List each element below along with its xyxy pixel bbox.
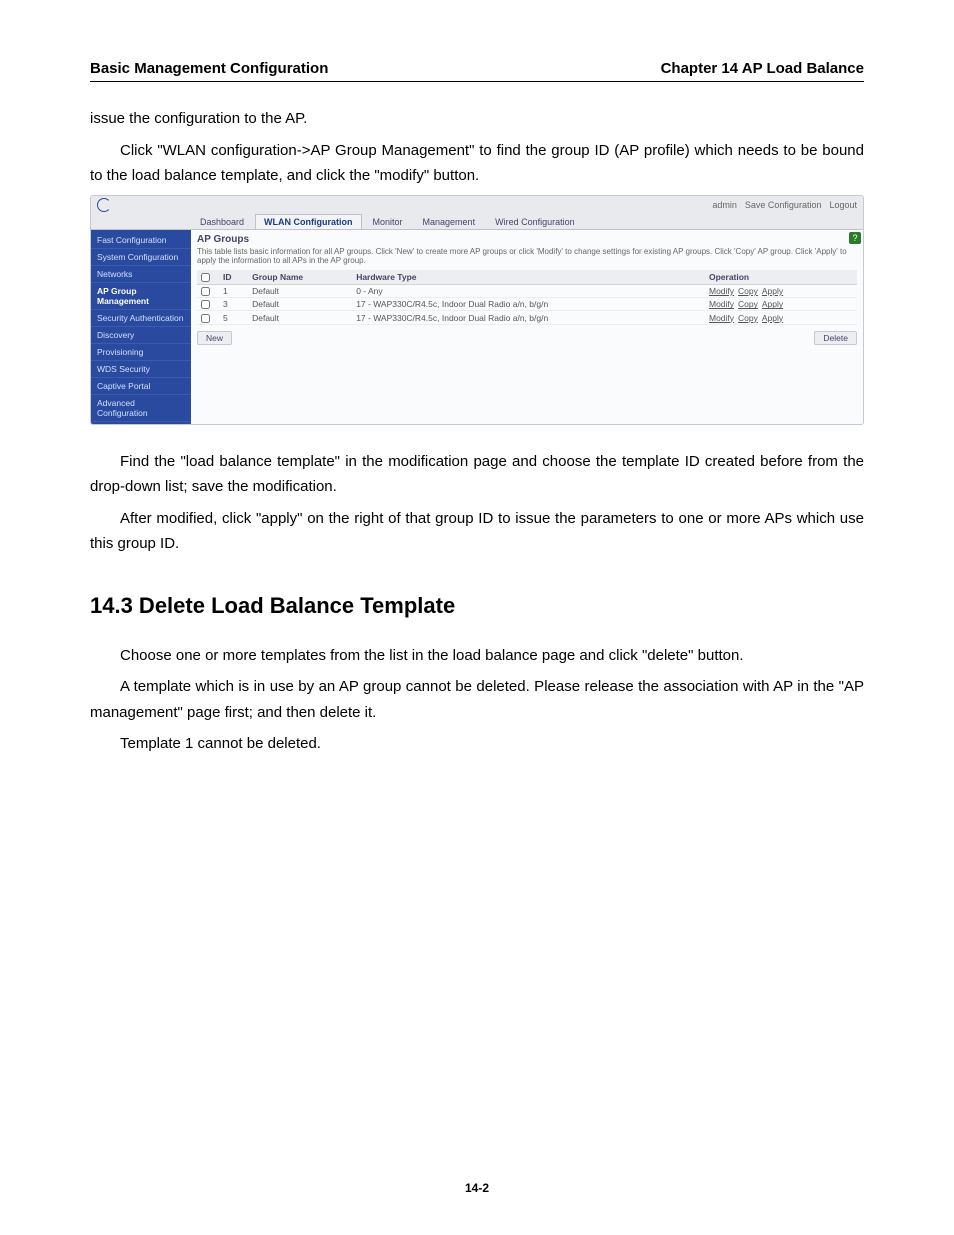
copy-link[interactable]: Copy (738, 299, 758, 309)
sidebar-item-advanced-configuration[interactable]: Advanced Configuration (91, 395, 191, 422)
help-icon[interactable]: ? (849, 232, 861, 244)
paragraph: Template 1 cannot be deleted. (90, 731, 864, 757)
modify-link[interactable]: Modify (709, 299, 734, 309)
sidebar-item-security-authentication[interactable]: Security Authentication (91, 310, 191, 327)
table-row: 5Default17 - WAP330C/R4.5c, Indoor Dual … (197, 311, 857, 324)
new-button[interactable]: New (197, 331, 232, 345)
copy-link[interactable]: Copy (738, 286, 758, 296)
row-checkbox[interactable] (201, 314, 210, 323)
apply-link[interactable]: Apply (762, 313, 783, 323)
sidebar-item-system-configuration[interactable]: System Configuration (91, 249, 191, 266)
cell-hardware-type: 17 - WAP330C/R4.5c, Indoor Dual Radio a/… (352, 298, 705, 311)
delete-button[interactable]: Delete (814, 331, 857, 345)
paragraph: issue the configuration to the AP. (90, 106, 864, 132)
logout-link[interactable]: Logout (829, 200, 857, 210)
page-number: 14-2 (0, 1181, 954, 1195)
tab-wlan-configuration[interactable]: WLAN Configuration (255, 214, 361, 229)
cell-hardware-type: 17 - WAP330C/R4.5c, Indoor Dual Radio a/… (352, 311, 705, 324)
sidebar-item-discovery[interactable]: Discovery (91, 327, 191, 344)
tab-monitor[interactable]: Monitor (364, 214, 412, 229)
left-sidebar: Fast ConfigurationSystem ConfigurationNe… (91, 230, 191, 424)
save-config-link[interactable]: Save Configuration (745, 200, 822, 210)
column-header (197, 270, 219, 285)
cell-group-name: Default (248, 311, 352, 324)
row-checkbox[interactable] (201, 300, 210, 309)
header-right: Chapter 14 AP Load Balance (661, 60, 864, 77)
top-tabs: DashboardWLAN ConfigurationMonitorManage… (91, 214, 863, 230)
cell-operation: Modify Copy Apply (705, 284, 857, 297)
apply-link[interactable]: Apply (762, 299, 783, 309)
panel-description: This table lists basic information for a… (197, 247, 857, 266)
apply-link[interactable]: Apply (762, 286, 783, 296)
paragraph: Click "WLAN configuration->AP Group Mana… (90, 138, 864, 189)
section-title: 14.3 Delete Load Balance Template (90, 593, 864, 619)
tab-management[interactable]: Management (414, 214, 485, 229)
table-row: 3Default17 - WAP330C/R4.5c, Indoor Dual … (197, 298, 857, 311)
column-header: Hardware Type (352, 270, 705, 285)
cell-operation: Modify Copy Apply (705, 298, 857, 311)
screenshot-ap-groups: admin Save Configuration Logout Dashboar… (90, 195, 864, 425)
tab-wired-configuration[interactable]: Wired Configuration (486, 214, 584, 229)
sidebar-item-networks[interactable]: Networks (91, 266, 191, 283)
modify-link[interactable]: Modify (709, 286, 734, 296)
modify-link[interactable]: Modify (709, 313, 734, 323)
sidebar-item-fast-configuration[interactable]: Fast Configuration (91, 232, 191, 249)
user-label: admin (712, 200, 737, 210)
cell-id: 3 (219, 298, 248, 311)
column-header: ID (219, 270, 248, 285)
sidebar-item-ap-group-management[interactable]: AP Group Management (91, 283, 191, 310)
copy-link[interactable]: Copy (738, 313, 758, 323)
cell-id: 5 (219, 311, 248, 324)
tab-dashboard[interactable]: Dashboard (191, 214, 253, 229)
column-header: Group Name (248, 270, 352, 285)
panel-title: AP Groups (197, 234, 857, 245)
header-left: Basic Management Configuration (90, 60, 328, 77)
sidebar-item-captive-portal[interactable]: Captive Portal (91, 378, 191, 395)
cell-group-name: Default (248, 298, 352, 311)
table-row: 1Default0 - Any Modify Copy Apply (197, 284, 857, 297)
paragraph: A template which is in use by an AP grou… (90, 674, 864, 725)
sidebar-item-wds-security[interactable]: WDS Security (91, 361, 191, 378)
column-header: Operation (705, 270, 857, 285)
cell-operation: Modify Copy Apply (705, 311, 857, 324)
row-checkbox[interactable] (201, 287, 210, 296)
cell-group-name: Default (248, 284, 352, 297)
ap-groups-table: IDGroup NameHardware TypeOperation 1Defa… (197, 270, 857, 325)
select-all-checkbox[interactable] (201, 273, 210, 282)
paragraph: After modified, click "apply" on the rig… (90, 506, 864, 557)
logo-swirl-icon (97, 198, 111, 212)
paragraph: Choose one or more templates from the li… (90, 643, 864, 669)
paragraph: Find the "load balance template" in the … (90, 449, 864, 500)
brand-logo (97, 198, 133, 212)
cell-id: 1 (219, 284, 248, 297)
cell-hardware-type: 0 - Any (352, 284, 705, 297)
sidebar-item-provisioning[interactable]: Provisioning (91, 344, 191, 361)
